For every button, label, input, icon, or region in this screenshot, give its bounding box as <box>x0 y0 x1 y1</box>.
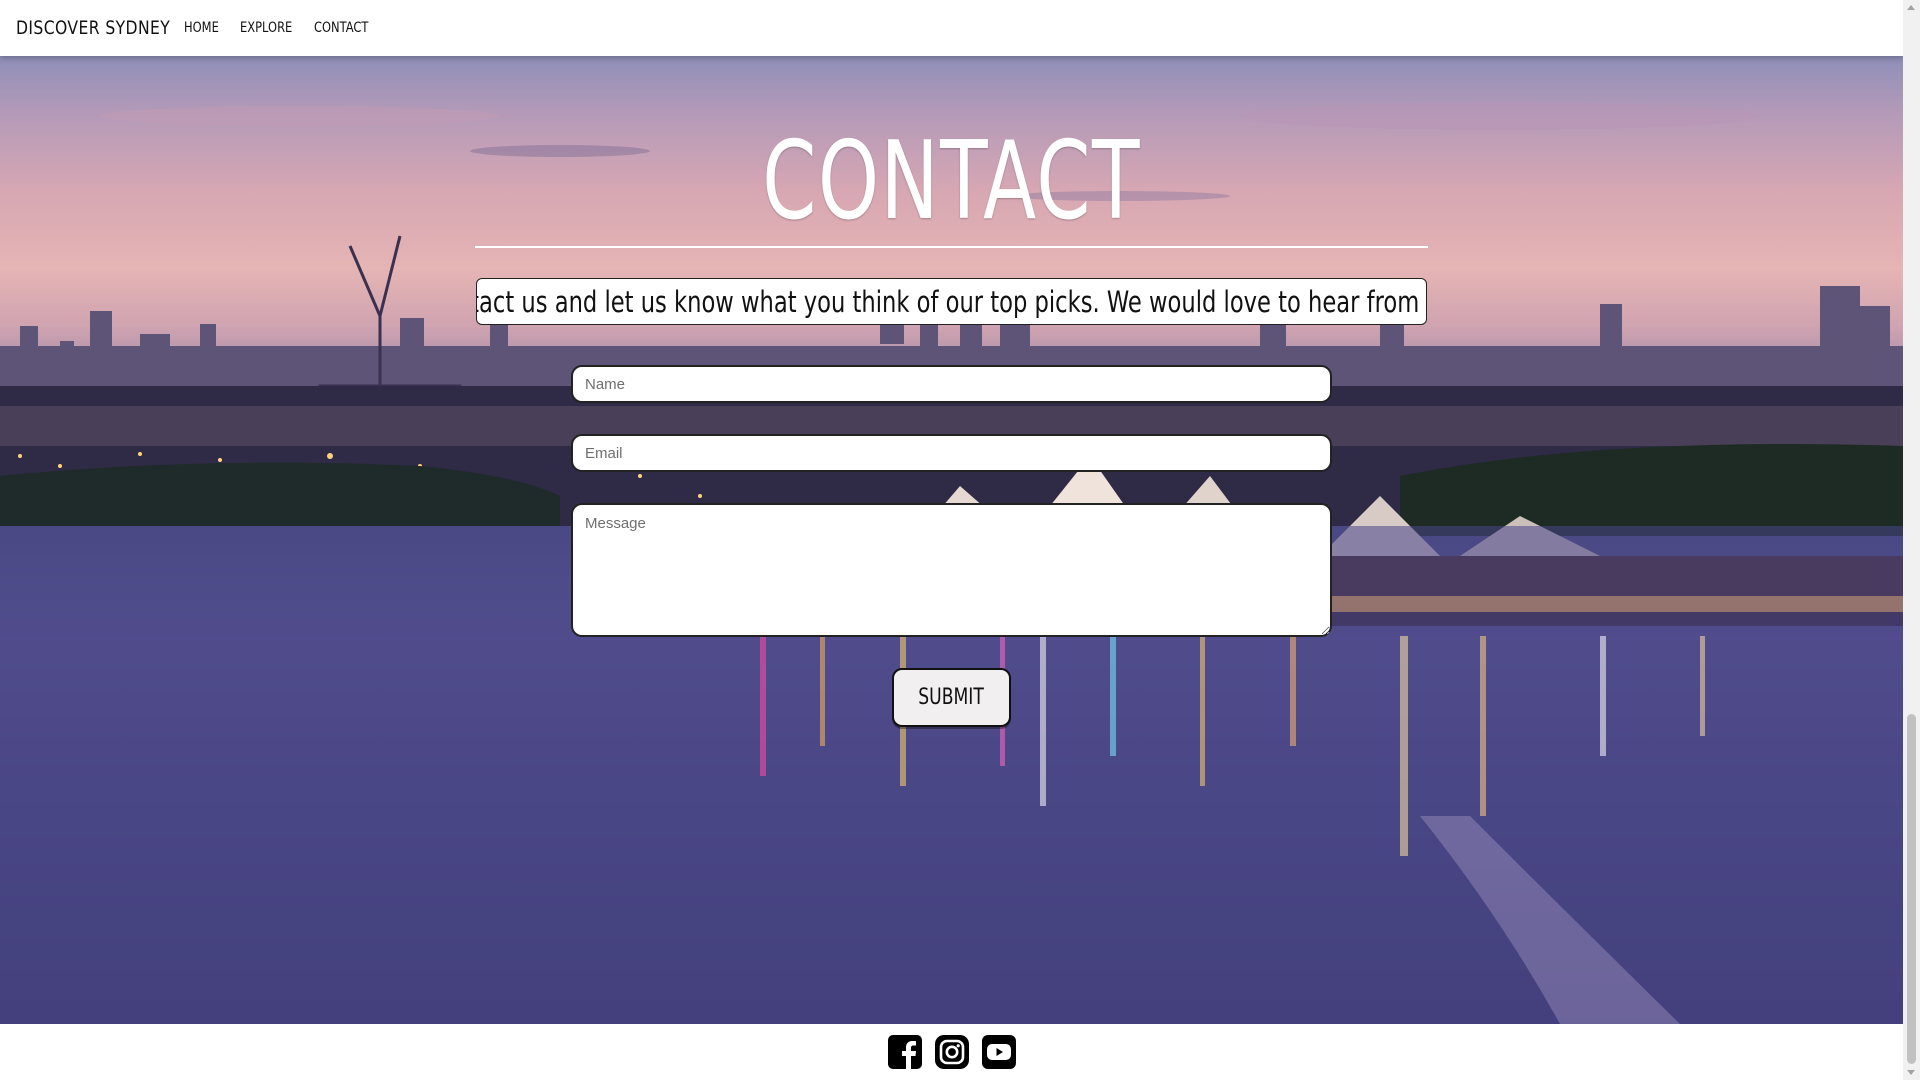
submit-button[interactable]: SUBMIT <box>892 668 1011 727</box>
page: DISCOVER SYDNEY HOME EXPLORE CONTACT CON… <box>0 0 1903 1080</box>
nav-link-home[interactable]: HOME <box>184 20 219 36</box>
page-title: CONTACT <box>762 119 1141 244</box>
title-divider <box>475 246 1428 248</box>
hero-section: CONTACT Contact us and let us know what … <box>0 56 1903 1024</box>
facebook-icon[interactable] <box>886 1034 923 1071</box>
brand-logo[interactable]: DISCOVER SYDNEY <box>16 17 170 39</box>
email-input[interactable] <box>571 434 1332 472</box>
scroll-down-icon[interactable] <box>1907 1070 1915 1075</box>
nav-link-explore[interactable]: EXPLORE <box>240 20 292 36</box>
footer <box>0 1024 1903 1080</box>
instagram-icon[interactable] <box>933 1034 970 1071</box>
intro-text: Contact us and let us know what you thin… <box>476 284 1427 319</box>
name-input[interactable] <box>571 365 1332 403</box>
navbar: DISCOVER SYDNEY HOME EXPLORE CONTACT <box>0 0 1903 56</box>
scroll-up-icon[interactable] <box>1907 5 1915 10</box>
nav-link-contact[interactable]: CONTACT <box>314 20 368 36</box>
scrollbar-thumb[interactable] <box>1907 714 1916 1064</box>
nav-menu: HOME EXPLORE CONTACT <box>184 20 390 36</box>
submit-label: SUBMIT <box>918 685 985 710</box>
youtube-icon[interactable] <box>980 1034 1017 1071</box>
message-textarea[interactable] <box>571 503 1332 637</box>
contact-content: CONTACT Contact us and let us know what … <box>0 56 1903 1024</box>
vertical-scrollbar[interactable] <box>1903 0 1920 1080</box>
intro-box: Contact us and let us know what you thin… <box>476 278 1427 325</box>
